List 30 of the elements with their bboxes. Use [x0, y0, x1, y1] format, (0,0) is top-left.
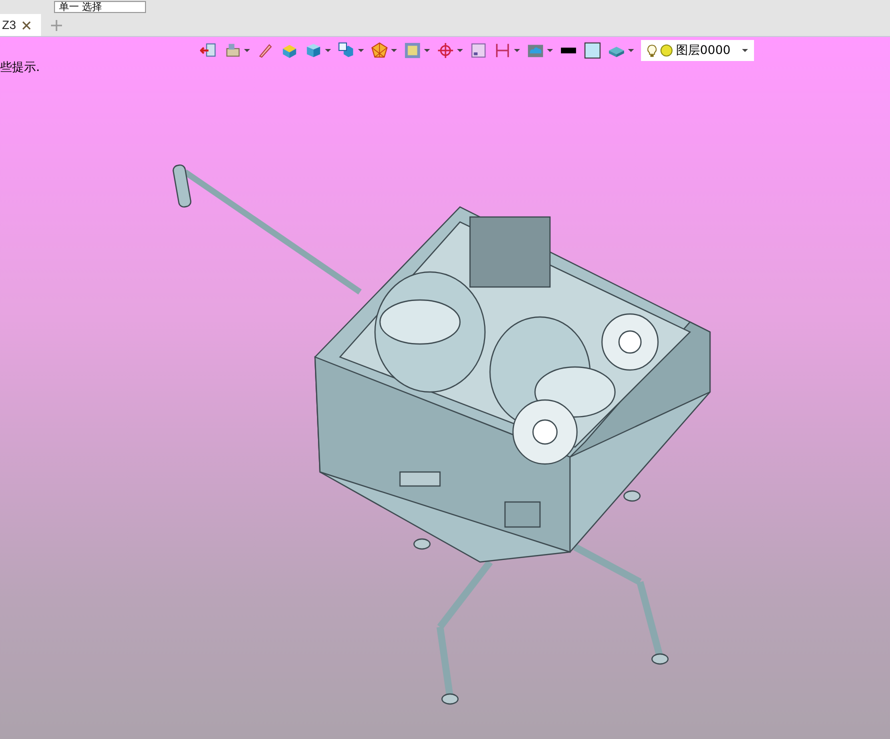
window-icon[interactable] [470, 42, 487, 59]
dropdown-caret-icon[interactable] [244, 49, 250, 52]
stacked-sheets-icon[interactable] [224, 42, 241, 59]
fill-color-icon[interactable] [584, 42, 601, 59]
selection-field[interactable]: 单一 选择 [54, 1, 146, 13]
box-icon[interactable] [281, 42, 298, 59]
dropdown-caret-icon[interactable] [457, 49, 463, 52]
lightbulb-icon[interactable] [647, 44, 657, 58]
pencil-icon[interactable] [257, 42, 274, 59]
document-tab[interactable]: Z3 [0, 14, 42, 36]
exit-icon[interactable] [200, 42, 217, 59]
layer-name[interactable]: 图层0000 [676, 42, 735, 59]
dropdown-caret-icon[interactable] [424, 49, 430, 52]
dropdown-caret-icon[interactable] [547, 49, 553, 52]
dropdown-caret-icon[interactable] [325, 49, 331, 52]
dropdown-caret-icon[interactable] [358, 49, 364, 52]
cube-view-icon[interactable] [338, 42, 355, 59]
close-icon[interactable] [22, 20, 32, 30]
hint-text: 些提示. [0, 59, 41, 76]
dropdown-caret-icon[interactable] [628, 49, 634, 52]
tab-label[interactable]: Z3 [2, 18, 16, 32]
dropdown-caret-icon[interactable] [742, 49, 748, 52]
polygon-icon[interactable] [371, 42, 388, 59]
cube-icon[interactable] [305, 42, 322, 59]
layer-dropdown[interactable]: 图层0000 [641, 40, 754, 61]
dropdown-caret-icon[interactable] [514, 49, 520, 52]
dimension-icon[interactable] [494, 42, 511, 59]
crosshair-icon[interactable] [437, 42, 454, 59]
circle-icon[interactable] [660, 44, 673, 57]
dropdown-caret-icon[interactable] [391, 49, 397, 52]
